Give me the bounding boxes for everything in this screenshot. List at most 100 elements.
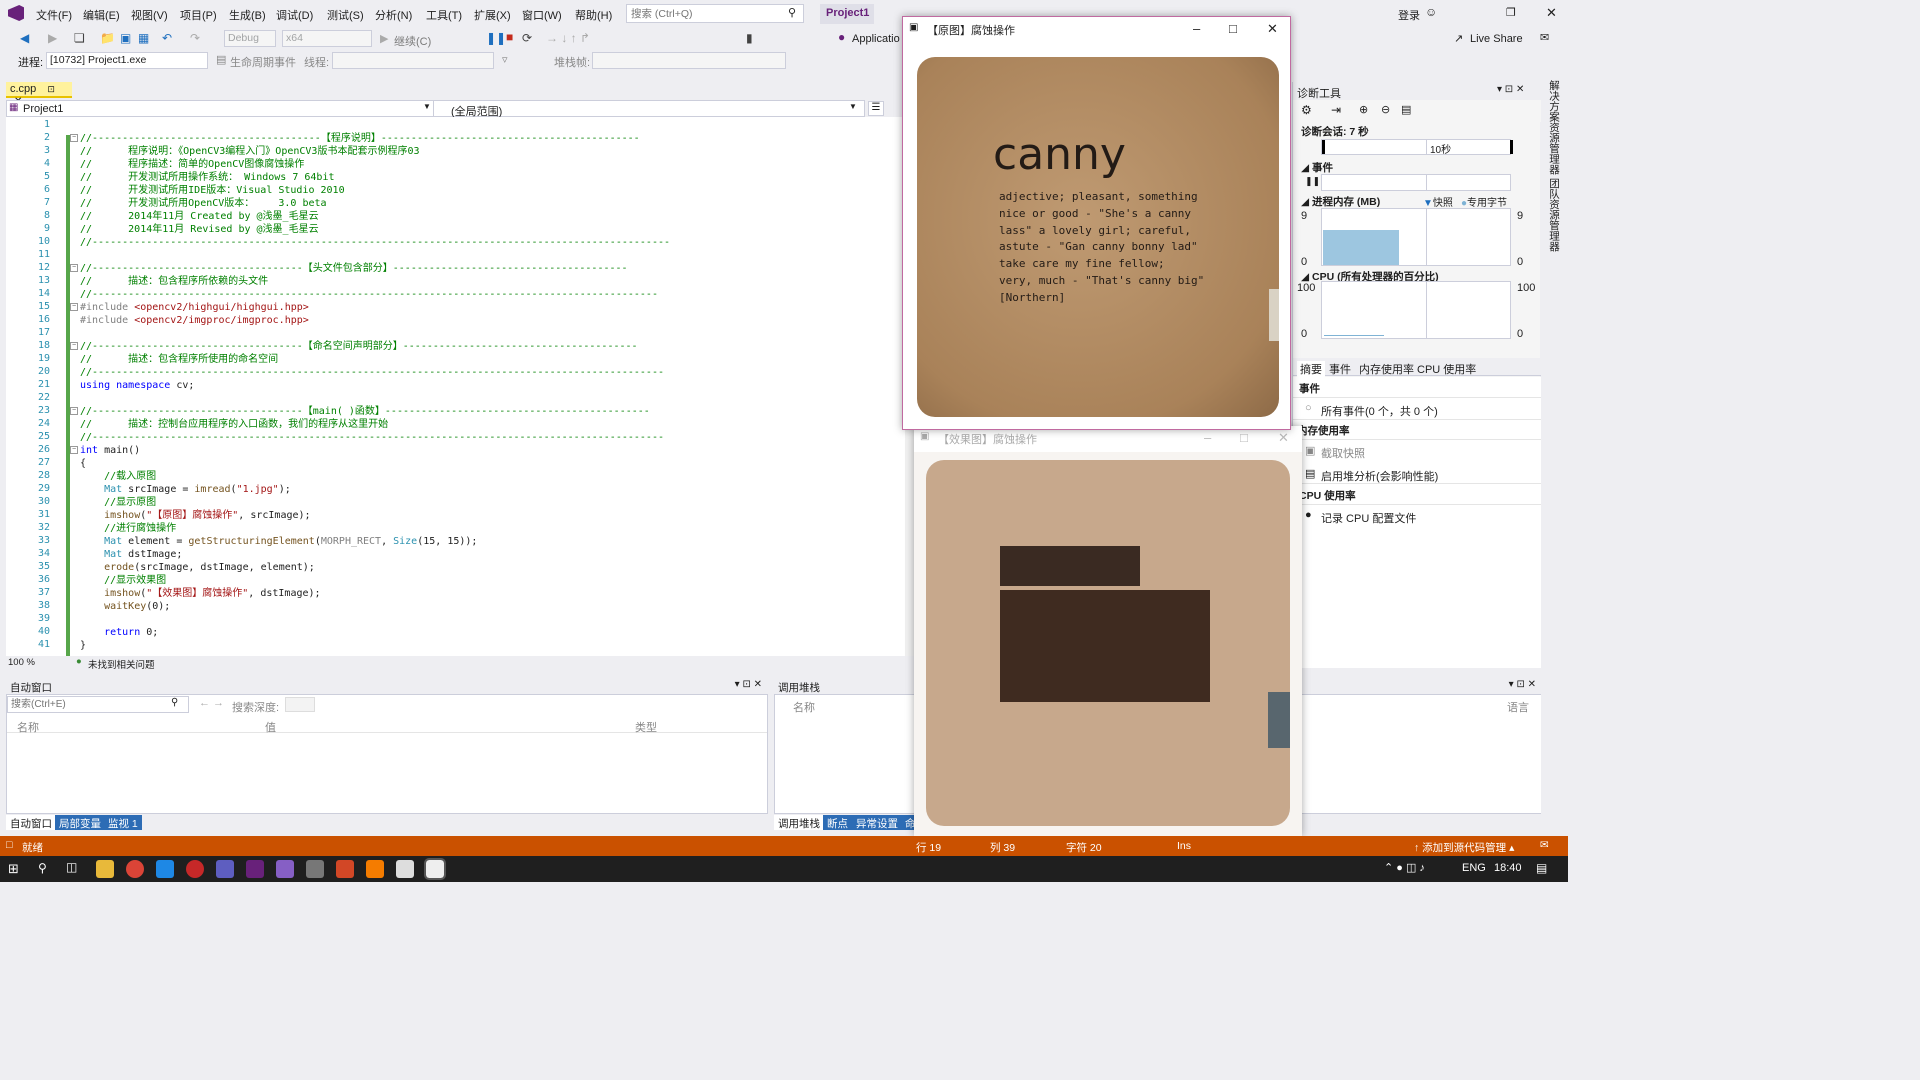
config-select[interactable]: Debug	[224, 30, 276, 47]
pause-icon[interactable]: ❚❚	[486, 31, 506, 45]
code-line[interactable]: //--------------------------------------…	[80, 236, 670, 249]
code-line[interactable]: // 2014年11月 Created by @浅墨_毛星云	[80, 210, 319, 223]
process-select[interactable]: [10732] Project1.exe	[46, 52, 208, 69]
code-line[interactable]: //显示原图	[80, 496, 156, 509]
result-image-window[interactable]: ▣ 【效果图】腐蚀操作 – □ ✕	[914, 426, 1302, 836]
continue-button[interactable]: 继续(C)	[394, 33, 431, 49]
notification-icon[interactable]: ✉	[1540, 839, 1549, 851]
team-explorer-tab[interactable]: 团队资源管理器	[1547, 178, 1562, 252]
maximize-icon[interactable]: □	[1240, 430, 1248, 445]
windows-start-icon[interactable]: ⊞	[8, 861, 19, 877]
menu-item[interactable]: 帮助(H)	[575, 7, 612, 23]
original-window-titlebar[interactable]: ▣ 【原图】腐蚀操作 – □ ✕	[903, 17, 1290, 43]
chevron-down-icon[interactable]: ▼	[849, 102, 857, 111]
thread-select[interactable]	[332, 52, 494, 69]
action-center-icon[interactable]: ▤	[1536, 861, 1547, 875]
code-line[interactable]: // 程序描述：简单的OpenCV图像腐蚀操作	[80, 158, 304, 171]
code-line[interactable]: // 描述：包含程序所使用的命名空间	[80, 353, 278, 366]
search-icon[interactable]: ⚲	[171, 697, 178, 708]
menu-item[interactable]: 视图(V)	[131, 7, 168, 23]
all-events-link[interactable]: 所有事件(0 个，共 0 个)	[1321, 403, 1438, 419]
vscode-icon[interactable]	[156, 860, 174, 878]
minimize-icon[interactable]: –	[1193, 21, 1200, 36]
user-icon[interactable]: ☺	[1425, 5, 1437, 19]
input-language[interactable]: ENG	[1462, 862, 1486, 874]
tab-callstack[interactable]: 调用堆栈	[774, 815, 824, 830]
save-icon[interactable]: ▣	[120, 31, 131, 45]
code-line[interactable]: //-----------------------------------【头文…	[80, 262, 628, 275]
file-explorer-icon[interactable]	[96, 860, 114, 878]
forward-icon[interactable]: ▶	[48, 31, 57, 45]
tab-watch[interactable]: 监视 1	[104, 815, 142, 830]
code-line[interactable]: }	[80, 639, 86, 652]
panel-controls-icon[interactable]: ▾ ⊡ ✕	[1509, 679, 1536, 690]
original-image-window[interactable]: ▣ 【原图】腐蚀操作 – □ ✕ canny adjective; pleasa…	[902, 16, 1291, 430]
stop-icon[interactable]: ■	[506, 30, 513, 44]
bookmark-icon[interactable]: ▮	[746, 31, 753, 45]
code-line[interactable]: {	[80, 457, 86, 470]
code-line[interactable]: return 0;	[80, 626, 158, 639]
code-line[interactable]: // 开发测试所用IDE版本：Visual Studio 2010	[80, 184, 345, 197]
pause-icon[interactable]: ❚❚	[1305, 176, 1320, 187]
code-line[interactable]: imshow("【效果图】腐蚀操作", dstImage);	[80, 587, 320, 600]
code-line[interactable]: using namespace cv;	[80, 379, 194, 392]
cpu-graph[interactable]	[1321, 281, 1511, 339]
code-line[interactable]: //--------------------------------------…	[80, 288, 658, 301]
clock[interactable]: 18:40	[1494, 862, 1522, 874]
search-icon[interactable]: ⚲	[788, 6, 796, 19]
platform-select[interactable]: x64	[282, 30, 372, 47]
column-language[interactable]: 语言	[1507, 699, 1529, 715]
save-all-icon[interactable]: ▦	[138, 31, 149, 45]
code-line[interactable]: //显示效果图	[80, 574, 166, 587]
fold-toggle-icon[interactable]: −	[70, 342, 78, 350]
code-line[interactable]: //--------------------------------------…	[80, 366, 664, 379]
close-icon[interactable]: ✕	[1278, 430, 1289, 446]
filter-icon[interactable]: ▿	[502, 53, 508, 66]
menu-item[interactable]: 项目(P)	[180, 7, 217, 23]
tab-c-cpp[interactable]: c.cpp ⊡ ✕	[6, 82, 72, 107]
code-line[interactable]: imshow("【原图】腐蚀操作", srcImage);	[80, 509, 310, 522]
zoom-out-icon[interactable]: ⊖	[1381, 103, 1390, 116]
qq-icon[interactable]	[186, 860, 204, 878]
code-line[interactable]: #include <opencv2/highgui/highgui.hpp>	[80, 301, 309, 314]
export-icon[interactable]: ⇥	[1331, 103, 1341, 117]
open-file-icon[interactable]: 📁	[100, 31, 115, 45]
code-line[interactable]: // 开发测试所用OpenCV版本： 3.0 beta	[80, 197, 327, 210]
code-line[interactable]: // 开发测试所用操作系统： Windows 7 64bit	[80, 171, 335, 184]
menu-item[interactable]: 测试(S)	[327, 7, 364, 23]
zoom-select[interactable]: 100 %	[8, 657, 35, 668]
new-project-icon[interactable]: ❏	[74, 31, 85, 45]
column-name[interactable]: 名称	[793, 699, 815, 715]
code-line[interactable]: // 程序说明：《OpenCV3编程入门》OpenCV3版书本配套示例程序03	[80, 145, 420, 158]
record-cpu-button[interactable]: 记录 CPU 配置文件	[1321, 510, 1416, 526]
menu-item[interactable]: 工具(T)	[426, 7, 462, 23]
panel-controls-icon[interactable]: ▾ ⊡ ✕	[735, 679, 762, 690]
close-icon[interactable]: ✕	[1267, 21, 1278, 37]
code-line[interactable]: #include <opencv2/imgproc/imgproc.hpp>	[80, 314, 309, 327]
tab-events[interactable]: 事件	[1329, 361, 1351, 377]
menu-item[interactable]: 扩展(X)	[474, 7, 511, 23]
chevron-down-icon[interactable]: ▼	[423, 102, 431, 111]
powerpoint-icon[interactable]	[336, 860, 354, 878]
lifecycle-icon[interactable]: ▤	[216, 53, 226, 66]
menu-item[interactable]: 分析(N)	[375, 7, 412, 23]
search-icon[interactable]: ⚲	[38, 861, 47, 875]
task-view-icon[interactable]: ◫	[66, 860, 77, 874]
code-line[interactable]: //--------------------------------------…	[80, 132, 640, 145]
code-editor[interactable]: 1 2//------------------------------------…	[6, 117, 914, 656]
menu-item[interactable]: 编辑(E)	[83, 7, 120, 23]
code-line[interactable]: //进行腐蚀操作	[80, 522, 176, 535]
memory-graph[interactable]	[1321, 208, 1511, 266]
code-line[interactable]: int main()	[80, 444, 140, 457]
project-nav-dropdown[interactable]: Project1	[23, 103, 63, 115]
restart-icon[interactable]: ⟳	[522, 31, 532, 45]
tab-summary[interactable]: 摘要	[1297, 361, 1325, 377]
code-line[interactable]: Mat element = getStructuringElement(MORP…	[80, 535, 477, 548]
close-window-icon[interactable]: ✕	[1546, 5, 1557, 21]
lifecycle-events-button[interactable]: 生命周期事件	[230, 54, 296, 70]
code-line[interactable]: // 描述：包含程序所依赖的头文件	[80, 275, 268, 288]
tab-cpu[interactable]: CPU 使用率	[1417, 361, 1476, 377]
fold-toggle-icon[interactable]: −	[70, 407, 78, 415]
app-icon[interactable]	[366, 860, 384, 878]
opencv-window-icon[interactable]	[396, 860, 414, 878]
